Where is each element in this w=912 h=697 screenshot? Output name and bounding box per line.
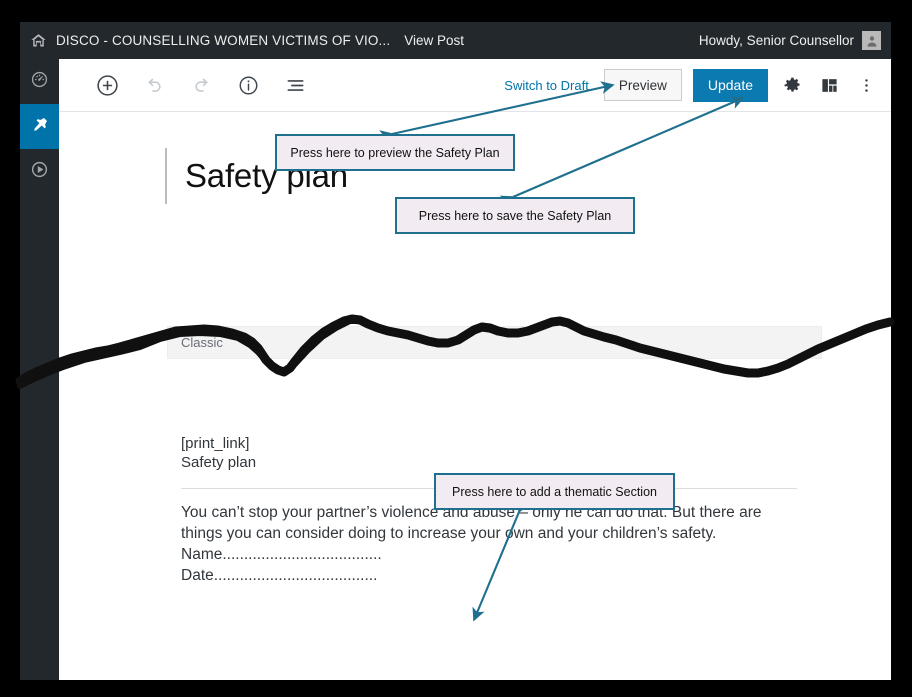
annotation-add-section-callout: Press here to add a thematic Section [434, 473, 675, 510]
annotation-add-section-text: Press here to add a thematic Section [452, 484, 657, 499]
sidebar-item-media[interactable] [20, 149, 59, 194]
dashboard-icon [30, 70, 49, 94]
blocks-icon[interactable] [816, 72, 842, 98]
sidebar-item-dashboard[interactable] [20, 59, 59, 104]
admin-bar-right: Howdy, Senior Counsellor [699, 31, 891, 50]
list-view-icon[interactable] [281, 71, 309, 99]
editor-header: Switch to Draft Preview Update [59, 59, 891, 112]
sidebar-item-pinned[interactable] [20, 104, 59, 149]
pin-icon [30, 115, 49, 139]
site-title[interactable]: DISCO - COUNSELLING WOMEN VICTIMS OF VIO… [56, 33, 404, 48]
info-circle-icon[interactable] [234, 71, 262, 99]
annotation-preview-text: Press here to preview the Safety Plan [290, 145, 500, 160]
classic-block-label[interactable]: Classic [167, 326, 822, 359]
editor-header-right: Switch to Draft Preview Update [504, 68, 879, 102]
plus-circle-icon[interactable] [93, 71, 121, 99]
gear-icon[interactable] [779, 72, 805, 98]
switch-to-draft-link[interactable]: Switch to Draft [504, 78, 593, 93]
date-field-line: Date....................................… [181, 567, 378, 584]
howdy-greeting[interactable]: Howdy, Senior Counsellor [699, 33, 854, 48]
admin-sidebar [20, 59, 59, 680]
block-indicator [165, 148, 167, 204]
classic-block-content[interactable]: [print_link] Safety plan You can’t stop … [181, 434, 821, 586]
home-icon[interactable] [20, 22, 56, 59]
view-post-link[interactable]: View Post [404, 33, 464, 48]
shortcode-line: [print_link] [181, 435, 250, 452]
content-subheading: Safety plan [181, 454, 257, 471]
screenshot-root: DISCO - COUNSELLING WOMEN VICTIMS OF VIO… [0, 0, 912, 697]
user-avatar-icon[interactable] [862, 31, 881, 50]
classic-block-label-text: Classic [181, 335, 223, 350]
media-play-icon [30, 160, 49, 184]
editor-header-left [93, 71, 309, 99]
undo-icon[interactable] [140, 71, 168, 99]
update-button[interactable]: Update [692, 68, 768, 102]
annotation-preview-callout: Press here to preview the Safety Plan [275, 134, 515, 171]
three-dots-vertical-icon[interactable] [853, 72, 879, 98]
browser-window: DISCO - COUNSELLING WOMEN VICTIMS OF VIO… [20, 22, 891, 680]
wp-admin-bar: DISCO - COUNSELLING WOMEN VICTIMS OF VIO… [20, 22, 891, 59]
annotation-save-callout: Press here to save the Safety Plan [395, 197, 635, 234]
preview-button[interactable]: Preview [603, 69, 682, 101]
name-field-line: Name....................................… [181, 546, 382, 563]
redo-icon[interactable] [187, 71, 215, 99]
annotation-save-text: Press here to save the Safety Plan [418, 208, 612, 223]
